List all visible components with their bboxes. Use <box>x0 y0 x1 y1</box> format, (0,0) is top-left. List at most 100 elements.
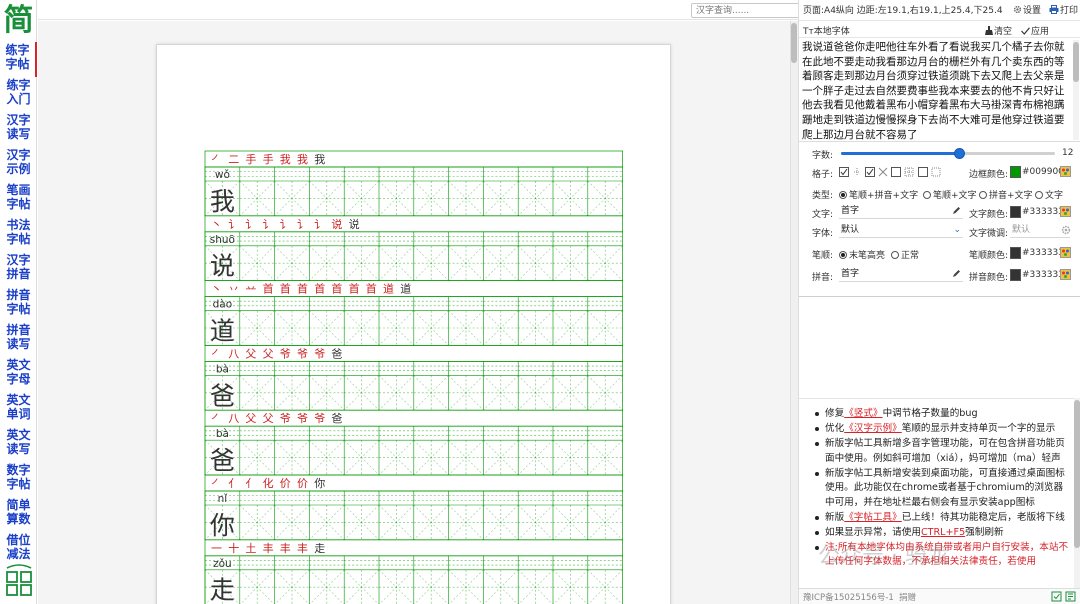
count-slider[interactable] <box>841 148 1055 159</box>
sidebar-item[interactable]: 英文 字母 <box>0 357 37 392</box>
stroke-order-glyph: 土 <box>245 542 256 555</box>
stroke-order-glyph: 父 <box>263 412 274 425</box>
border-color-swatch[interactable] <box>1010 166 1021 178</box>
settings-button[interactable]: 设置 <box>1013 3 1041 16</box>
pencil-icon[interactable] <box>952 269 961 278</box>
sidebar-item[interactable]: 汉字 读写 <box>0 112 37 147</box>
sidebar-item[interactable]: 练字 字帖 <box>0 42 37 77</box>
apps-grid-icon[interactable] <box>4 562 34 598</box>
pinyin-row: 拼音: 首字 拼音颜色: #333333 <box>799 266 1080 284</box>
border-color-value[interactable]: #009900 <box>1022 167 1064 177</box>
stroke-order-glyph: 八 <box>228 412 239 425</box>
model-character: 道 <box>210 316 235 345</box>
site-logo[interactable]: 简 <box>3 2 34 40</box>
stroke-color-value[interactable]: #333333 <box>1022 248 1064 258</box>
changelog-link[interactable]: 《字帖工具》 <box>844 512 902 523</box>
preview-scrollbar-thumb[interactable] <box>791 23 797 63</box>
local-font-button[interactable]: Tт本地字体 <box>803 24 850 37</box>
stroke-option-normal[interactable]: 正常 <box>891 248 919 261</box>
sidebar-item-label: 书法 <box>6 218 31 232</box>
text-color-swatch[interactable] <box>1010 206 1021 218</box>
type-option-stroke-pinyin-text[interactable]: 笔顺+拼音+文字 <box>839 188 918 201</box>
sidebar-item[interactable]: 汉字 示例 <box>0 147 37 182</box>
radio-icon <box>891 251 899 259</box>
stroke-order-glyph: 丰 <box>263 542 274 555</box>
changelog-text: 已上线！待其功能稳定后，老版将下线 <box>901 511 1065 523</box>
changelog-link[interactable]: 《汉字示例》 <box>844 423 902 434</box>
pinyin-text: nǐ <box>218 493 229 505</box>
palette-icon[interactable] <box>1060 247 1071 258</box>
count-row: 字数: 12 <box>799 144 1080 162</box>
sidebar-item[interactable]: 拼音 字帖 <box>0 287 37 322</box>
palette-icon[interactable] <box>1060 206 1071 217</box>
pinyin-source-input[interactable]: 首字 <box>839 268 963 282</box>
stroke-order-glyph: 走 <box>314 542 325 555</box>
clear-button[interactable]: 清空 <box>985 24 1012 37</box>
type-option-text[interactable]: 文字 <box>1035 188 1063 201</box>
stroke-option-highlight-last[interactable]: 末笔高亮 <box>839 248 885 261</box>
stroke-color-swatch[interactable] <box>1010 247 1021 259</box>
text-scrollbar[interactable] <box>1073 40 1079 140</box>
model-character: 说 <box>210 252 235 281</box>
text-scrollbar-thumb[interactable] <box>1073 42 1079 82</box>
preview-scrollbar[interactable] <box>790 21 798 604</box>
font-toolbar: Tт本地字体 清空 应用 <box>799 20 1080 38</box>
stroke-order-glyph: 说 <box>331 217 342 231</box>
sidebar-item-label: 读写 <box>6 442 31 456</box>
stroke-order-glyph: 讠 <box>280 218 291 231</box>
sidebar-item[interactable]: 英文 读写 <box>0 427 37 462</box>
icp-link[interactable]: 豫ICP备15025156号-1 <box>803 591 894 603</box>
donate-link[interactable]: 捐赠 <box>899 591 916 603</box>
footer-icons[interactable] <box>1051 591 1077 602</box>
stroke-order-glyph: 价 <box>280 477 291 490</box>
count-slider-knob[interactable] <box>953 148 965 159</box>
local-font-label: 本地字体 <box>813 27 850 37</box>
changelog-list: 修复《竖式》中调节格子数量的bug 优化《汉字示例》笔顺的显示并支持单页一个字的显… <box>799 399 1080 570</box>
changelog-scrollbar[interactable] <box>1074 398 1080 588</box>
stroke-order-glyph: ㇒ <box>211 412 222 425</box>
sidebar-item[interactable]: 数字 字帖 <box>0 462 37 497</box>
type-option-stroke-text[interactable]: 笔顺+文字 <box>923 188 977 201</box>
text-source-input[interactable]: 首字 <box>839 205 963 219</box>
sidebar-item-label: 读写 <box>6 127 31 141</box>
font-select[interactable]: 默认 ⌄ <box>839 224 963 238</box>
radio-icon <box>979 191 987 199</box>
sidebar-item[interactable]: 拼音 读写 <box>0 322 37 357</box>
sidebar-item[interactable]: 简单 算数 <box>0 497 37 532</box>
stroke-order-glyph: ㇒ <box>211 477 222 490</box>
sidebar-item[interactable]: 练字 入门 <box>0 77 37 112</box>
chevron-down-icon: ⌄ <box>953 225 961 235</box>
grid-type-options[interactable] <box>839 167 943 178</box>
pinyin-color-value[interactable]: #333333 <box>1022 270 1064 280</box>
text-color-label: 文字颜色: <box>969 210 1009 220</box>
practice-text-input[interactable]: 我说道爸爸你走吧他往车外看了看说我买几个橘子去你就在此地不要走动我看那边月台的栅… <box>799 38 1080 142</box>
sidebar-item[interactable]: 笔画 字帖 <box>0 182 37 217</box>
stroke-order-glyph: 道 <box>400 282 411 296</box>
sidebar-item[interactable]: 汉字 拼音 <box>0 252 37 287</box>
radio-icon <box>923 191 931 199</box>
apply-label: 应用 <box>1031 27 1050 37</box>
changelog-link[interactable]: 《竖式》 <box>844 408 882 419</box>
text-color-value[interactable]: #333333 <box>1022 207 1064 217</box>
stroke-order-glyph: 二 <box>228 153 239 166</box>
changelog-item: 修复《竖式》中调节格子数量的bug <box>815 407 1069 422</box>
changelog-scrollbar-thumb[interactable] <box>1074 400 1080 548</box>
char-search-input[interactable] <box>696 4 808 17</box>
print-button[interactable]: 打印 <box>1049 3 1078 16</box>
palette-icon[interactable] <box>1060 269 1071 280</box>
palette-icon[interactable] <box>1060 166 1071 177</box>
sidebar-item[interactable]: 英文 单词 <box>0 392 37 427</box>
page-setup-info[interactable]: 页面:A4纵向 边距:左19.1,右19.1,上25.4,下25.4 <box>803 3 1003 16</box>
sidebar-item[interactable]: 书法 字帖 <box>0 217 37 252</box>
gear-icon[interactable] <box>1061 225 1071 235</box>
apply-button[interactable]: 应用 <box>1021 24 1049 37</box>
type-row: 类型: 笔顺+拼音+文字 笔顺+文字 拼音+文字 文字 <box>799 184 1080 202</box>
type-option-pinyin-text[interactable]: 拼音+文字 <box>979 188 1033 201</box>
sidebar-item-label: 读写 <box>6 337 31 351</box>
changelog-link[interactable]: CTRL+F5 <box>921 527 965 538</box>
sidebar-item-label: 简单 <box>6 498 31 512</box>
stroke-order-glyph: 讠 <box>245 218 256 231</box>
pinyin-color-swatch[interactable] <box>1010 269 1021 281</box>
stroke-order-glyph: 首 <box>280 282 291 296</box>
pencil-icon[interactable] <box>952 206 961 215</box>
